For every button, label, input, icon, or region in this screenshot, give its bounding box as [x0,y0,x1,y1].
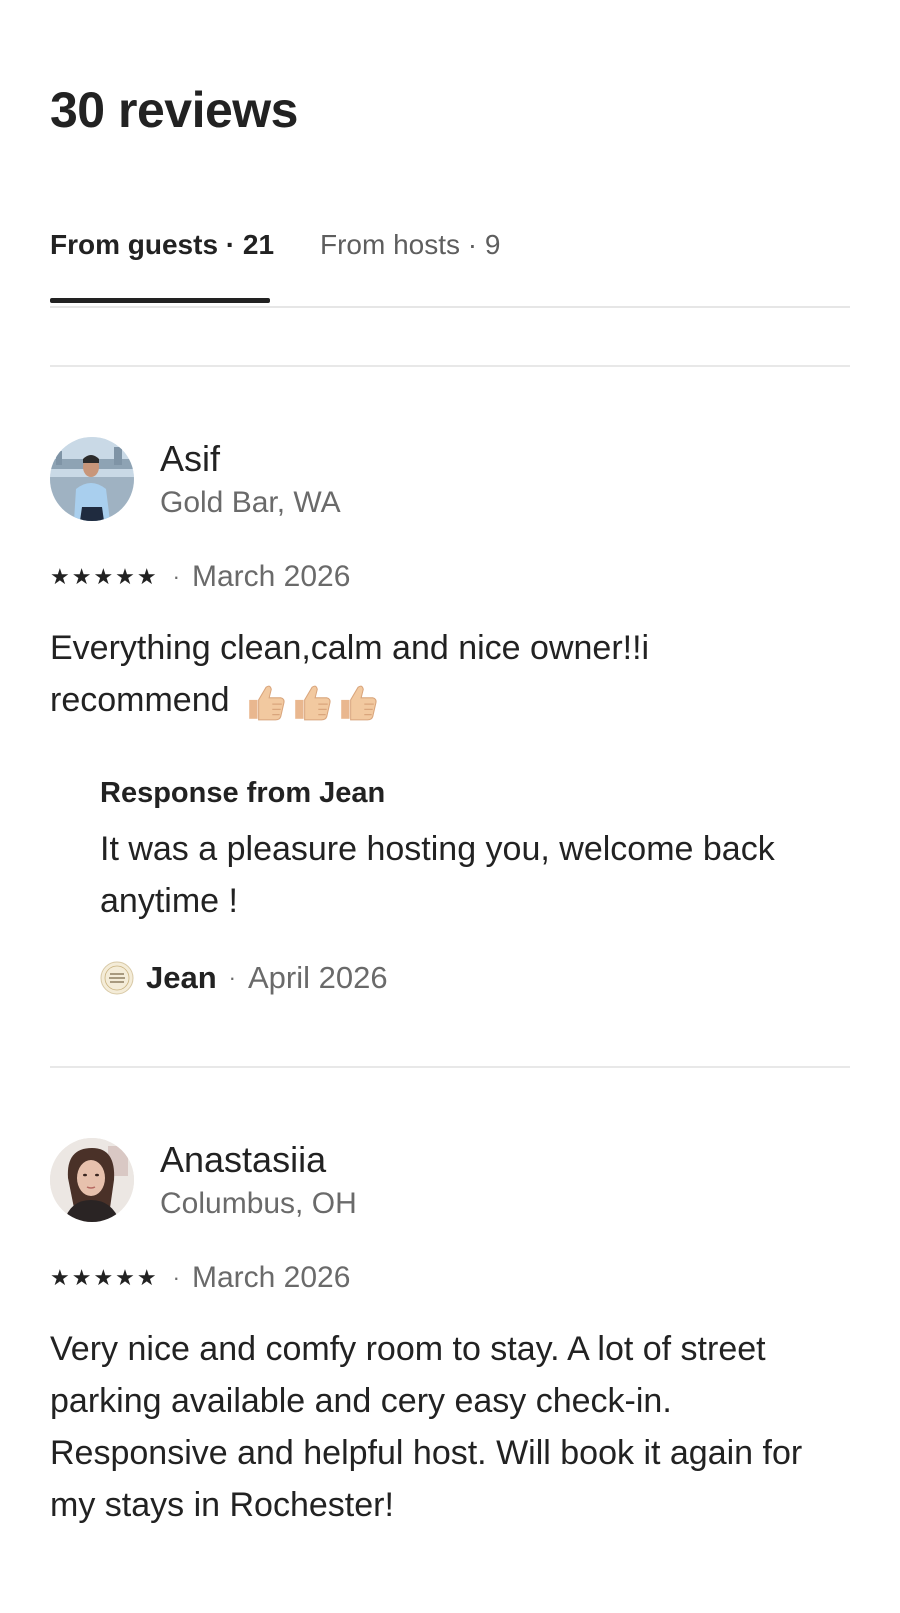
reviewer-location: Columbus, OH [160,1187,357,1220]
active-tab-indicator [50,298,270,303]
thumbs-up-icon [341,685,377,721]
host-avatar[interactable] [100,961,134,995]
host-logo-icon [100,961,134,995]
review-meta: ★★★★★ · March 2026 [50,557,350,597]
thumbs-up-emojis [245,681,379,723]
reviewer-avatar[interactable] [50,1138,134,1222]
tab-from-hosts[interactable]: From hosts · 9 [320,225,580,304]
thumbs-up-icon [295,685,331,721]
host-name[interactable]: Jean [146,960,217,996]
star-rating: ★★★★★ [50,564,159,589]
reviews-title: 30 reviews [50,82,298,138]
thumbs-up-icon [249,685,285,721]
review-item: Asif Gold Bar, WA ★★★★★ · March 2026 Eve… [50,437,850,1027]
tab-from-guests[interactable]: From guests · 21 [50,225,274,304]
reviewer-name[interactable]: Asif [160,437,220,481]
review-date: March 2026 [191,560,351,593]
reviews-page: 30 reviews From guests · 21 From hosts ·… [50,0,850,1613]
review-text: Very nice and comfy room to stay. A lot … [50,1330,803,1524]
separator-dot: · [172,564,180,589]
separator-dot: · [172,1265,180,1290]
response-meta: Jean · April 2026 [100,958,388,998]
star-rating: ★★★★★ [50,1265,159,1290]
review-tabs: From guests · 21 From hosts · 9 [50,225,850,308]
review-text: Everything clean,calm and nice owner!!i … [50,622,830,726]
divider [50,365,850,367]
avatar-photo-icon [50,1138,134,1222]
reviewer-name[interactable]: Anastasiia [160,1138,326,1182]
reviewer-avatar[interactable] [50,437,134,521]
response-date: April 2026 [248,960,388,995]
review-meta: ★★★★★ · March 2026 [50,1258,350,1298]
response-text: It was a pleasure hosting you, welcome b… [100,830,775,920]
host-response: Response from Jean It was a pleasure hos… [100,773,820,1013]
review-date: March 2026 [191,1261,351,1294]
avatar-photo-icon [50,437,134,521]
separator-dot: · [228,965,236,990]
review-item: Anastasiia Columbus, OH ★★★★★ · March 20… [50,1138,850,1613]
response-title: Response from Jean [100,777,386,809]
divider [50,1066,850,1068]
reviewer-location: Gold Bar, WA [160,486,341,519]
